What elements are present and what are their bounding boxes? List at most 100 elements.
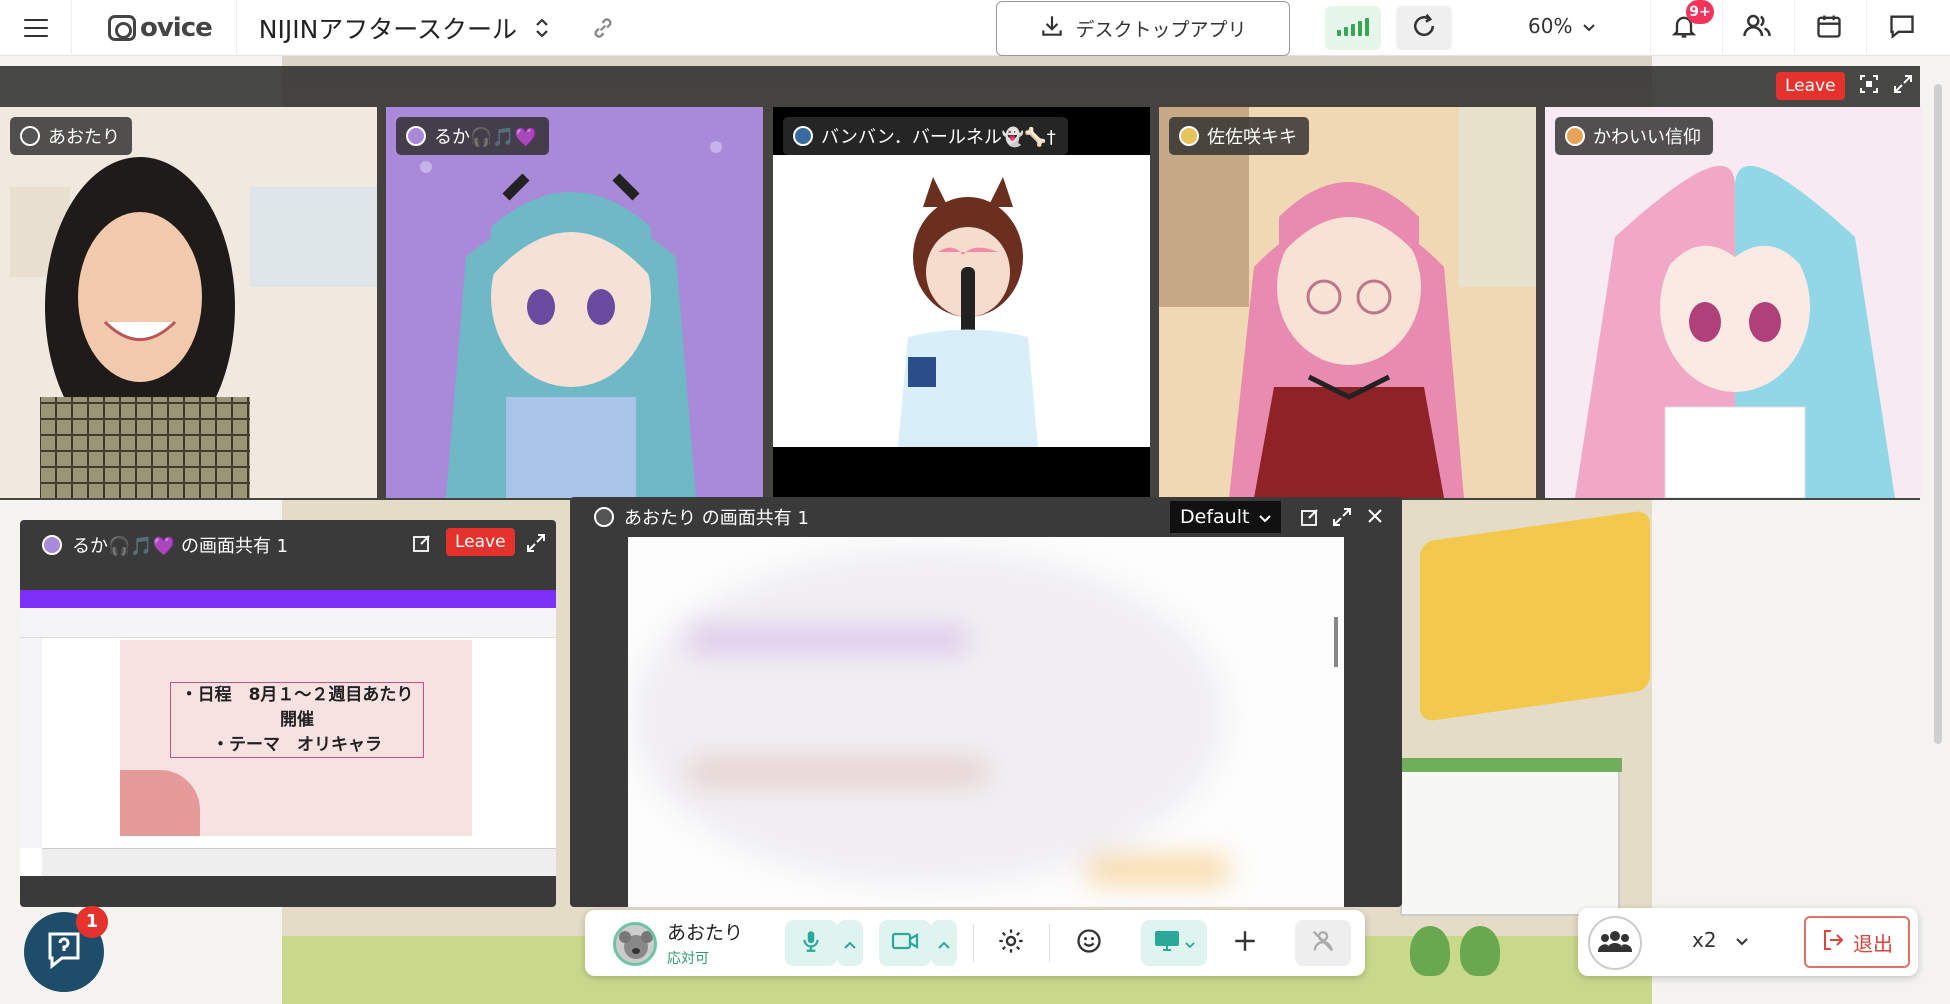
screen-share-window[interactable]: あおたり の画面共有 1 Default (570, 497, 1402, 907)
add-button[interactable] (1217, 920, 1273, 966)
user-avatar[interactable] (613, 922, 657, 966)
top-bar: ovice NIJINアフタースクール (0, 0, 1950, 56)
calendar-icon (1815, 12, 1843, 44)
participant-name: 佐佐咲キキ (1207, 127, 1297, 148)
participant-label: かわいい信仰 (1555, 117, 1713, 155)
reload-button[interactable] (1396, 6, 1452, 50)
gear-icon (997, 927, 1025, 959)
microphone-icon (798, 928, 824, 958)
menu-button[interactable] (0, 0, 72, 56)
screen-share-button[interactable] (1141, 920, 1207, 966)
mic-button[interactable] (785, 920, 837, 966)
user-status[interactable]: 応対可 (667, 948, 709, 968)
slide-canvas: ・日程 8月１～２週目あたり 開催 ・テーマ オリキャラ (120, 640, 472, 836)
chevron-up-icon (844, 934, 856, 953)
video-strip-tools: Leave (1776, 72, 1913, 100)
video-tile[interactable]: バンバン．バールネル👻🦴† (773, 107, 1150, 498)
monitor-icon (1153, 929, 1181, 957)
chevron-down-icon (1735, 928, 1749, 952)
settings-button[interactable] (983, 920, 1039, 966)
map-tree (1460, 926, 1500, 976)
avatar-icon (1565, 126, 1585, 146)
video-tile[interactable]: るか🎧🎵💜 (386, 107, 763, 498)
group-icon (1597, 928, 1633, 958)
participant-label: バンバン．バールネル👻🦴† (783, 117, 1068, 155)
calendar-button[interactable] (1811, 10, 1847, 46)
bottom-control-bar: あおたり 応対可 (585, 910, 1365, 976)
slide-thumbnails (42, 848, 556, 876)
avatar-icon (594, 507, 614, 527)
video-tile[interactable]: かわいい信仰 (1545, 107, 1922, 498)
shared-screen-slide-editor: ・日程 8月１～２週目あたり 開催 ・テーマ オリキャラ (20, 590, 556, 876)
avatar-video (773, 107, 1150, 498)
help-badge: 1 (76, 906, 108, 938)
chevron-down-icon (1582, 14, 1596, 38)
ovice-logo-icon (108, 14, 136, 41)
slide-line: 開催 (280, 710, 314, 730)
participant-label: 佐佐咲キキ (1169, 117, 1309, 155)
help-chat-icon (42, 928, 86, 976)
smiley-icon (1075, 927, 1103, 959)
camera-options-button[interactable] (931, 920, 957, 966)
user-name: あおたり (667, 922, 744, 944)
megaphone-button[interactable] (1295, 920, 1351, 966)
edit-icon[interactable] (412, 533, 432, 558)
members-button[interactable] (1739, 10, 1775, 46)
video-leave-button[interactable]: Leave (1776, 72, 1845, 100)
video-tile[interactable]: あおたり (0, 107, 377, 498)
avatar-video (386, 107, 763, 498)
mic-options-button[interactable] (837, 920, 863, 966)
edit-icon[interactable] (1300, 507, 1320, 532)
space-switch-icon[interactable] (535, 17, 549, 39)
slide-line: ・テーマ オリキャラ (212, 735, 382, 755)
chat-icon (1888, 12, 1916, 44)
participant-name: あおたり (48, 127, 120, 148)
participant-label: るか🎧🎵💜 (396, 117, 550, 155)
ovice-logo[interactable]: ovice (72, 0, 237, 56)
screen-share-title: るか🎧🎵💜 の画面共有 1 (72, 536, 289, 557)
group-button[interactable] (1588, 916, 1642, 970)
expand-icon[interactable] (1332, 507, 1352, 532)
avatar-icon (20, 126, 40, 146)
space-name[interactable]: NIJINアフタースクール (259, 10, 517, 46)
exit-icon (1821, 928, 1845, 957)
speaker-user-icon (1309, 927, 1337, 959)
quality-select[interactable]: Default (1170, 501, 1282, 533)
notifications-button[interactable]: 9+ (1666, 0, 1714, 46)
link-icon[interactable] (589, 14, 617, 42)
chevron-down-icon (1259, 506, 1272, 528)
desktop-app-button[interactable]: デスクトップアプリ (996, 1, 1290, 56)
video-tile[interactable]: 佐佐咲キキ (1159, 107, 1536, 498)
avatar-video (1159, 107, 1536, 498)
desktop-app-label: デスクトップアプリ (1075, 19, 1247, 41)
share-leave-button[interactable]: Leave (446, 528, 515, 556)
connection-signal-icon[interactable] (1325, 6, 1381, 50)
map-tree (1410, 926, 1450, 976)
video-camera-icon (891, 930, 919, 956)
camera-button[interactable] (879, 920, 931, 966)
map-scrollbar[interactable] (1934, 84, 1942, 744)
exit-button[interactable]: 退出 (1804, 916, 1910, 968)
avatar-icon (793, 126, 813, 146)
close-icon[interactable] (1366, 507, 1384, 530)
webcam-video (0, 107, 377, 498)
chevron-down-icon (1185, 934, 1195, 953)
focus-icon[interactable] (1859, 74, 1879, 98)
expand-icon[interactable] (526, 533, 546, 558)
reload-icon (1409, 11, 1439, 45)
chat-button[interactable] (1884, 10, 1920, 46)
screen-share-window[interactable]: るか🎧🎵💜 の画面共有 1 Leave ・日程 8月１～２週目あたり 開催 ・テ… (20, 520, 556, 907)
slide-text-box: ・日程 8月１～２週目あたり 開催 ・テーマ オリキャラ (170, 682, 424, 758)
notification-badge: 9+ (1686, 0, 1714, 24)
chevron-up-icon (938, 934, 950, 953)
reaction-button[interactable] (1061, 920, 1117, 966)
speed-select[interactable]: x2 (1692, 928, 1749, 952)
participant-label: あおたり (10, 117, 132, 155)
map-yellow-area (1420, 509, 1650, 723)
participant-name: バンバン．バールネル👻🦴† (821, 127, 1056, 148)
avatar-icon (406, 126, 426, 146)
expand-icon[interactable] (1893, 74, 1913, 98)
screen-share-title: あおたり の画面共有 1 (624, 508, 809, 529)
zoom-control[interactable]: 60% (1528, 14, 1596, 38)
participant-name: るか🎧🎵💜 (434, 127, 538, 148)
